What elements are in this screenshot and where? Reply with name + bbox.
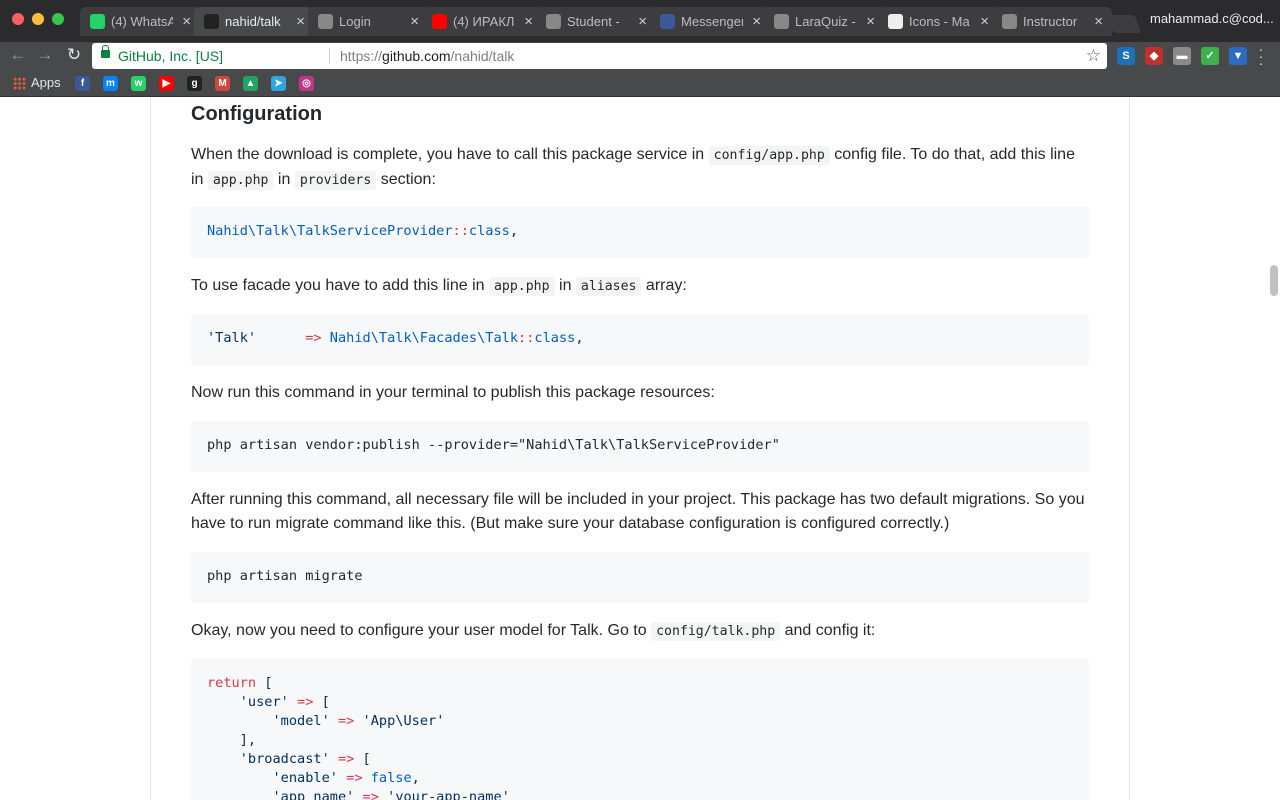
tab-7[interactable]: LaraQuiz - × (764, 7, 884, 36)
menu-dots-icon[interactable]: · · · (1256, 42, 1266, 70)
bookmark-facebook-icon[interactable]: f (75, 76, 90, 91)
tab-title: Instructor (1023, 14, 1078, 29)
page-icon (1002, 14, 1017, 29)
close-window-button[interactable] (12, 13, 24, 25)
page-icon (774, 14, 789, 29)
back-arrow-icon[interactable]: ← (7, 44, 29, 66)
bookmark-star-icon[interactable]: ☆ (1086, 43, 1101, 69)
tab-title: nahid/talk (225, 14, 281, 29)
extension-shield-icon[interactable]: ✓ (1201, 47, 1219, 65)
code-line: return [ (207, 675, 273, 691)
tab-title: Messenger (681, 14, 743, 29)
reload-icon[interactable]: ↻ (63, 44, 85, 66)
apps-grid-icon[interactable] (13, 77, 26, 90)
bookmark-instagram-icon[interactable]: ◎ (299, 76, 314, 91)
bookmarks-bar: Apps f m w ▶ g M ▲ ➤ ◎ (0, 70, 1280, 97)
paragraph-publish: Now run this command in your terminal to… (191, 384, 715, 401)
tab-title: (4) WhatsApp (111, 14, 173, 29)
code-line: 'user' => [ (239, 694, 330, 710)
url-text[interactable]: https://github.com/nahid/talk (340, 43, 514, 69)
bookmark-messenger-icon[interactable]: m (103, 76, 118, 91)
inline-code: config/app.php (708, 146, 830, 165)
close-tab-icon[interactable]: × (752, 7, 761, 36)
scrollbar-thumb[interactable] (1270, 265, 1278, 296)
bookmark-google-drive-icon[interactable]: ▲ (243, 76, 258, 91)
paragraph-migrations: After running this command, all necessar… (191, 491, 1085, 532)
bookmark-github-icon[interactable]: g (187, 76, 202, 91)
bookmark-whatsapp-icon[interactable]: w (131, 76, 146, 91)
apps-label[interactable]: Apps (31, 75, 61, 90)
tab-title: Icons - Ma (909, 14, 970, 29)
whatsapp-icon (90, 14, 105, 29)
tab-2[interactable]: nahid/talk × (194, 7, 314, 36)
paragraph-download-complete: When the download is complete, you have … (191, 146, 1075, 190)
close-tab-icon[interactable]: × (182, 7, 191, 36)
code-line: 'broadcast' => [ (239, 751, 371, 767)
page-icon (318, 14, 333, 29)
paragraph-user-model: Okay, now you need to configure your use… (191, 622, 876, 641)
profile-name[interactable]: mahammad.c@cod... (1150, 11, 1276, 26)
github-icon (204, 14, 219, 29)
code-line: 'app_name' => 'your-app-name' (272, 789, 510, 800)
extension-ruby-icon[interactable]: ◆ (1145, 47, 1163, 65)
material-icon (888, 14, 903, 29)
inline-code: config/talk.php (651, 622, 781, 641)
tab-strip: (4) WhatsApp×nahid/talk×Login×(4) ИРАКЛИ… (0, 0, 1280, 42)
bookmark-telegram-icon[interactable]: ➤ (271, 76, 286, 91)
code-block-alias: 'Talk' => Nahid\Talk\Facades\Talk::class… (191, 314, 1089, 365)
page-icon (546, 14, 561, 29)
close-tab-icon[interactable]: × (524, 7, 533, 36)
extension-s-icon[interactable]: S (1117, 47, 1135, 65)
bookmark-youtube-icon[interactable]: ▶ (159, 76, 174, 91)
new-tab-button[interactable] (1106, 15, 1142, 33)
paragraph-facade: To use facade you have to add this line … (191, 277, 687, 296)
tab-6[interactable]: Messenger × (650, 7, 770, 36)
maximize-window-button[interactable] (52, 13, 64, 25)
tab-title: Login (339, 14, 371, 29)
minimize-window-button[interactable] (32, 13, 44, 25)
bookmark-gmail-icon[interactable]: M (215, 76, 230, 91)
youtube-icon (432, 14, 447, 29)
extension-vpn-icon[interactable]: ▼ (1229, 47, 1247, 65)
tab-title: LaraQuiz - (795, 14, 856, 29)
close-tab-icon[interactable]: × (1094, 7, 1103, 36)
page-content: Configuration When the download is compl… (0, 97, 1280, 800)
code-line: 'model' => 'App\User' (272, 713, 445, 729)
section-heading: Configuration (191, 103, 323, 125)
inline-code: app.php (488, 277, 555, 296)
code-block-publish: php artisan vendor:publish --provider="N… (191, 421, 1089, 472)
tab-4[interactable]: (4) ИРАКЛИ × (422, 7, 542, 36)
tab-8[interactable]: Icons - Ma × (878, 7, 998, 36)
readme-border-left (150, 97, 151, 800)
close-tab-icon[interactable]: × (410, 7, 419, 36)
tab-title: (4) ИРАКЛИ (453, 14, 515, 29)
forward-arrow-icon[interactable]: → (34, 44, 56, 66)
close-tab-icon[interactable]: × (638, 7, 647, 36)
inline-code: app.php (207, 171, 274, 190)
lock-icon (101, 45, 110, 58)
code-line: ], (239, 732, 257, 748)
close-tab-icon[interactable]: × (866, 7, 875, 36)
tab-title: Student - (567, 14, 620, 29)
tab-9[interactable]: Instructor × (992, 7, 1112, 36)
inline-code: aliases (575, 277, 642, 296)
code-line: 'enable' => false, (272, 770, 420, 786)
code-block-config: return [ 'user' => [ 'model' => 'App\Use… (191, 659, 1089, 800)
tab-1[interactable]: (4) WhatsApp × (80, 7, 200, 36)
address-separator (329, 48, 330, 64)
code-block-migrate: php artisan migrate (191, 552, 1089, 603)
code-block-provider: Nahid\Talk\TalkServiceProvider::class, (191, 207, 1089, 258)
address-bar[interactable]: GitHub, Inc. [US] https://github.com/nah… (92, 43, 1107, 69)
readme-border-right (1129, 97, 1130, 800)
extension-chat-icon[interactable]: ▬ (1173, 47, 1191, 65)
ev-certificate-label[interactable]: GitHub, Inc. [US] (118, 43, 223, 69)
toolbar: ← → ↻ GitHub, Inc. [US] https://github.c… (0, 42, 1280, 70)
tab-3[interactable]: Login × (308, 7, 428, 36)
close-tab-icon[interactable]: × (296, 7, 305, 36)
close-tab-icon[interactable]: × (980, 7, 989, 36)
inline-code: providers (294, 171, 377, 190)
facebook-icon (660, 14, 675, 29)
tab-5[interactable]: Student - × (536, 7, 656, 36)
